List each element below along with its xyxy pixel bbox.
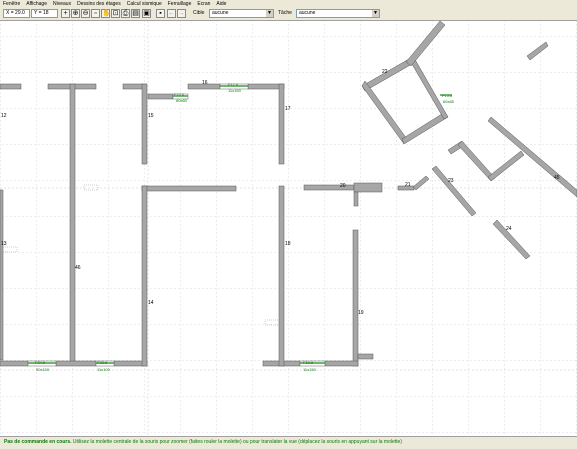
print-icon[interactable]: ⎙ [121, 9, 130, 18]
opening-name: F15.6 [442, 93, 453, 98]
wall-label: 19 [358, 310, 364, 316]
menu-dessins-etages[interactable]: Dessins des étages [74, 0, 124, 8]
status-hint: Utilisez la molette centrale de la souri… [72, 439, 402, 445]
wall-label: 15 [148, 113, 154, 119]
opening-size: 60x65 [443, 99, 455, 104]
wall-label: 23 [448, 178, 454, 184]
wall-label: 46 [75, 265, 81, 271]
coord-y-field: Y = 18 [31, 9, 58, 18]
wall-label: 14 [148, 300, 154, 306]
opening-size: 11x150 [228, 88, 242, 93]
undo-icon[interactable]: ← [167, 9, 176, 18]
menu-fenetre[interactable]: Fenêtre [0, 0, 23, 8]
print-preview-icon[interactable]: ▤ [131, 9, 140, 18]
opening-name: F24.6 [35, 360, 46, 365]
redo-icon[interactable]: → [177, 9, 186, 18]
wall-label: 22 [382, 69, 388, 75]
zoom-all-icon[interactable]: ⊡ [111, 9, 120, 18]
opening-name: F10.6 [174, 92, 185, 97]
opening-size: 90x100 [36, 367, 50, 372]
chevron-down-icon: ▼ [266, 10, 273, 17]
opening-name: F17.6 [228, 82, 239, 87]
menu-calcul-sismique[interactable]: Calcul sismique [124, 0, 165, 8]
wall-label: 21 [405, 182, 411, 188]
menu-affichage[interactable]: Affichage [23, 0, 50, 8]
opening-size: 11x100 [97, 367, 111, 372]
status-command: Pas de commande en cours. [4, 439, 72, 445]
wall-label: 20 [340, 183, 346, 189]
wall-label: 16 [202, 80, 208, 86]
cible-select[interactable]: aucune ▼ [209, 9, 274, 18]
menu-ecran[interactable]: Ecran [194, 0, 213, 8]
wall-label: 13 [1, 241, 7, 247]
drawing-canvas[interactable]: 12 13 46 15 14 16 17 18 20 21 19 22 23 2… [0, 21, 577, 436]
image-icon[interactable]: ▣ [142, 9, 151, 18]
tache-select[interactable]: aucune ▼ [296, 9, 380, 18]
coord-x-field: X = 29.0 [3, 9, 30, 18]
menu-aide[interactable]: Aide [213, 0, 229, 8]
toolbar: X = 29.0 Y = 18 + ⊕ ⊖ ▫ ✋ ⊡ ⎙ ▤ ▣ ▪ ← → … [0, 8, 577, 21]
wall-label: 17 [285, 106, 291, 112]
chevron-down-icon: ▼ [372, 10, 379, 17]
cible-value: aucune [212, 10, 229, 16]
pan-icon[interactable]: ✋ [101, 9, 111, 18]
tache-label: Tâche [278, 10, 292, 16]
zoom-window-icon[interactable]: ▫ [91, 9, 100, 18]
zoom-in-icon[interactable]: ⊕ [71, 9, 80, 18]
opening-size: 11x150 [303, 367, 317, 372]
wall-label: 12 [1, 113, 7, 119]
menu-ferraillage[interactable]: Ferraillage [165, 0, 195, 8]
opening-name: F19.6 [303, 360, 314, 365]
crosshair-icon[interactable]: + [61, 9, 70, 18]
status-bar: Pas de commande en cours. Utilisez la mo… [0, 436, 577, 449]
menu-bar: Fenêtre Affichage Niveaux Dessins des étage… [0, 0, 577, 8]
menu-niveaux[interactable]: Niveaux [50, 0, 74, 8]
zoom-out-icon[interactable]: ⊖ [81, 9, 90, 18]
save-icon[interactable]: ▪ [156, 9, 165, 18]
wall-label: 45 [554, 175, 560, 181]
wall-label: 18 [285, 241, 291, 247]
opening-name: F23.6 [97, 360, 108, 365]
wall-label: 24 [506, 226, 512, 232]
floor-plan[interactable]: 12 13 46 15 14 16 17 18 20 21 19 22 23 2… [0, 21, 577, 436]
cible-label: Cible [193, 10, 205, 16]
opening-size: 60x60 [176, 98, 188, 103]
tache-value: aucune [299, 10, 316, 16]
